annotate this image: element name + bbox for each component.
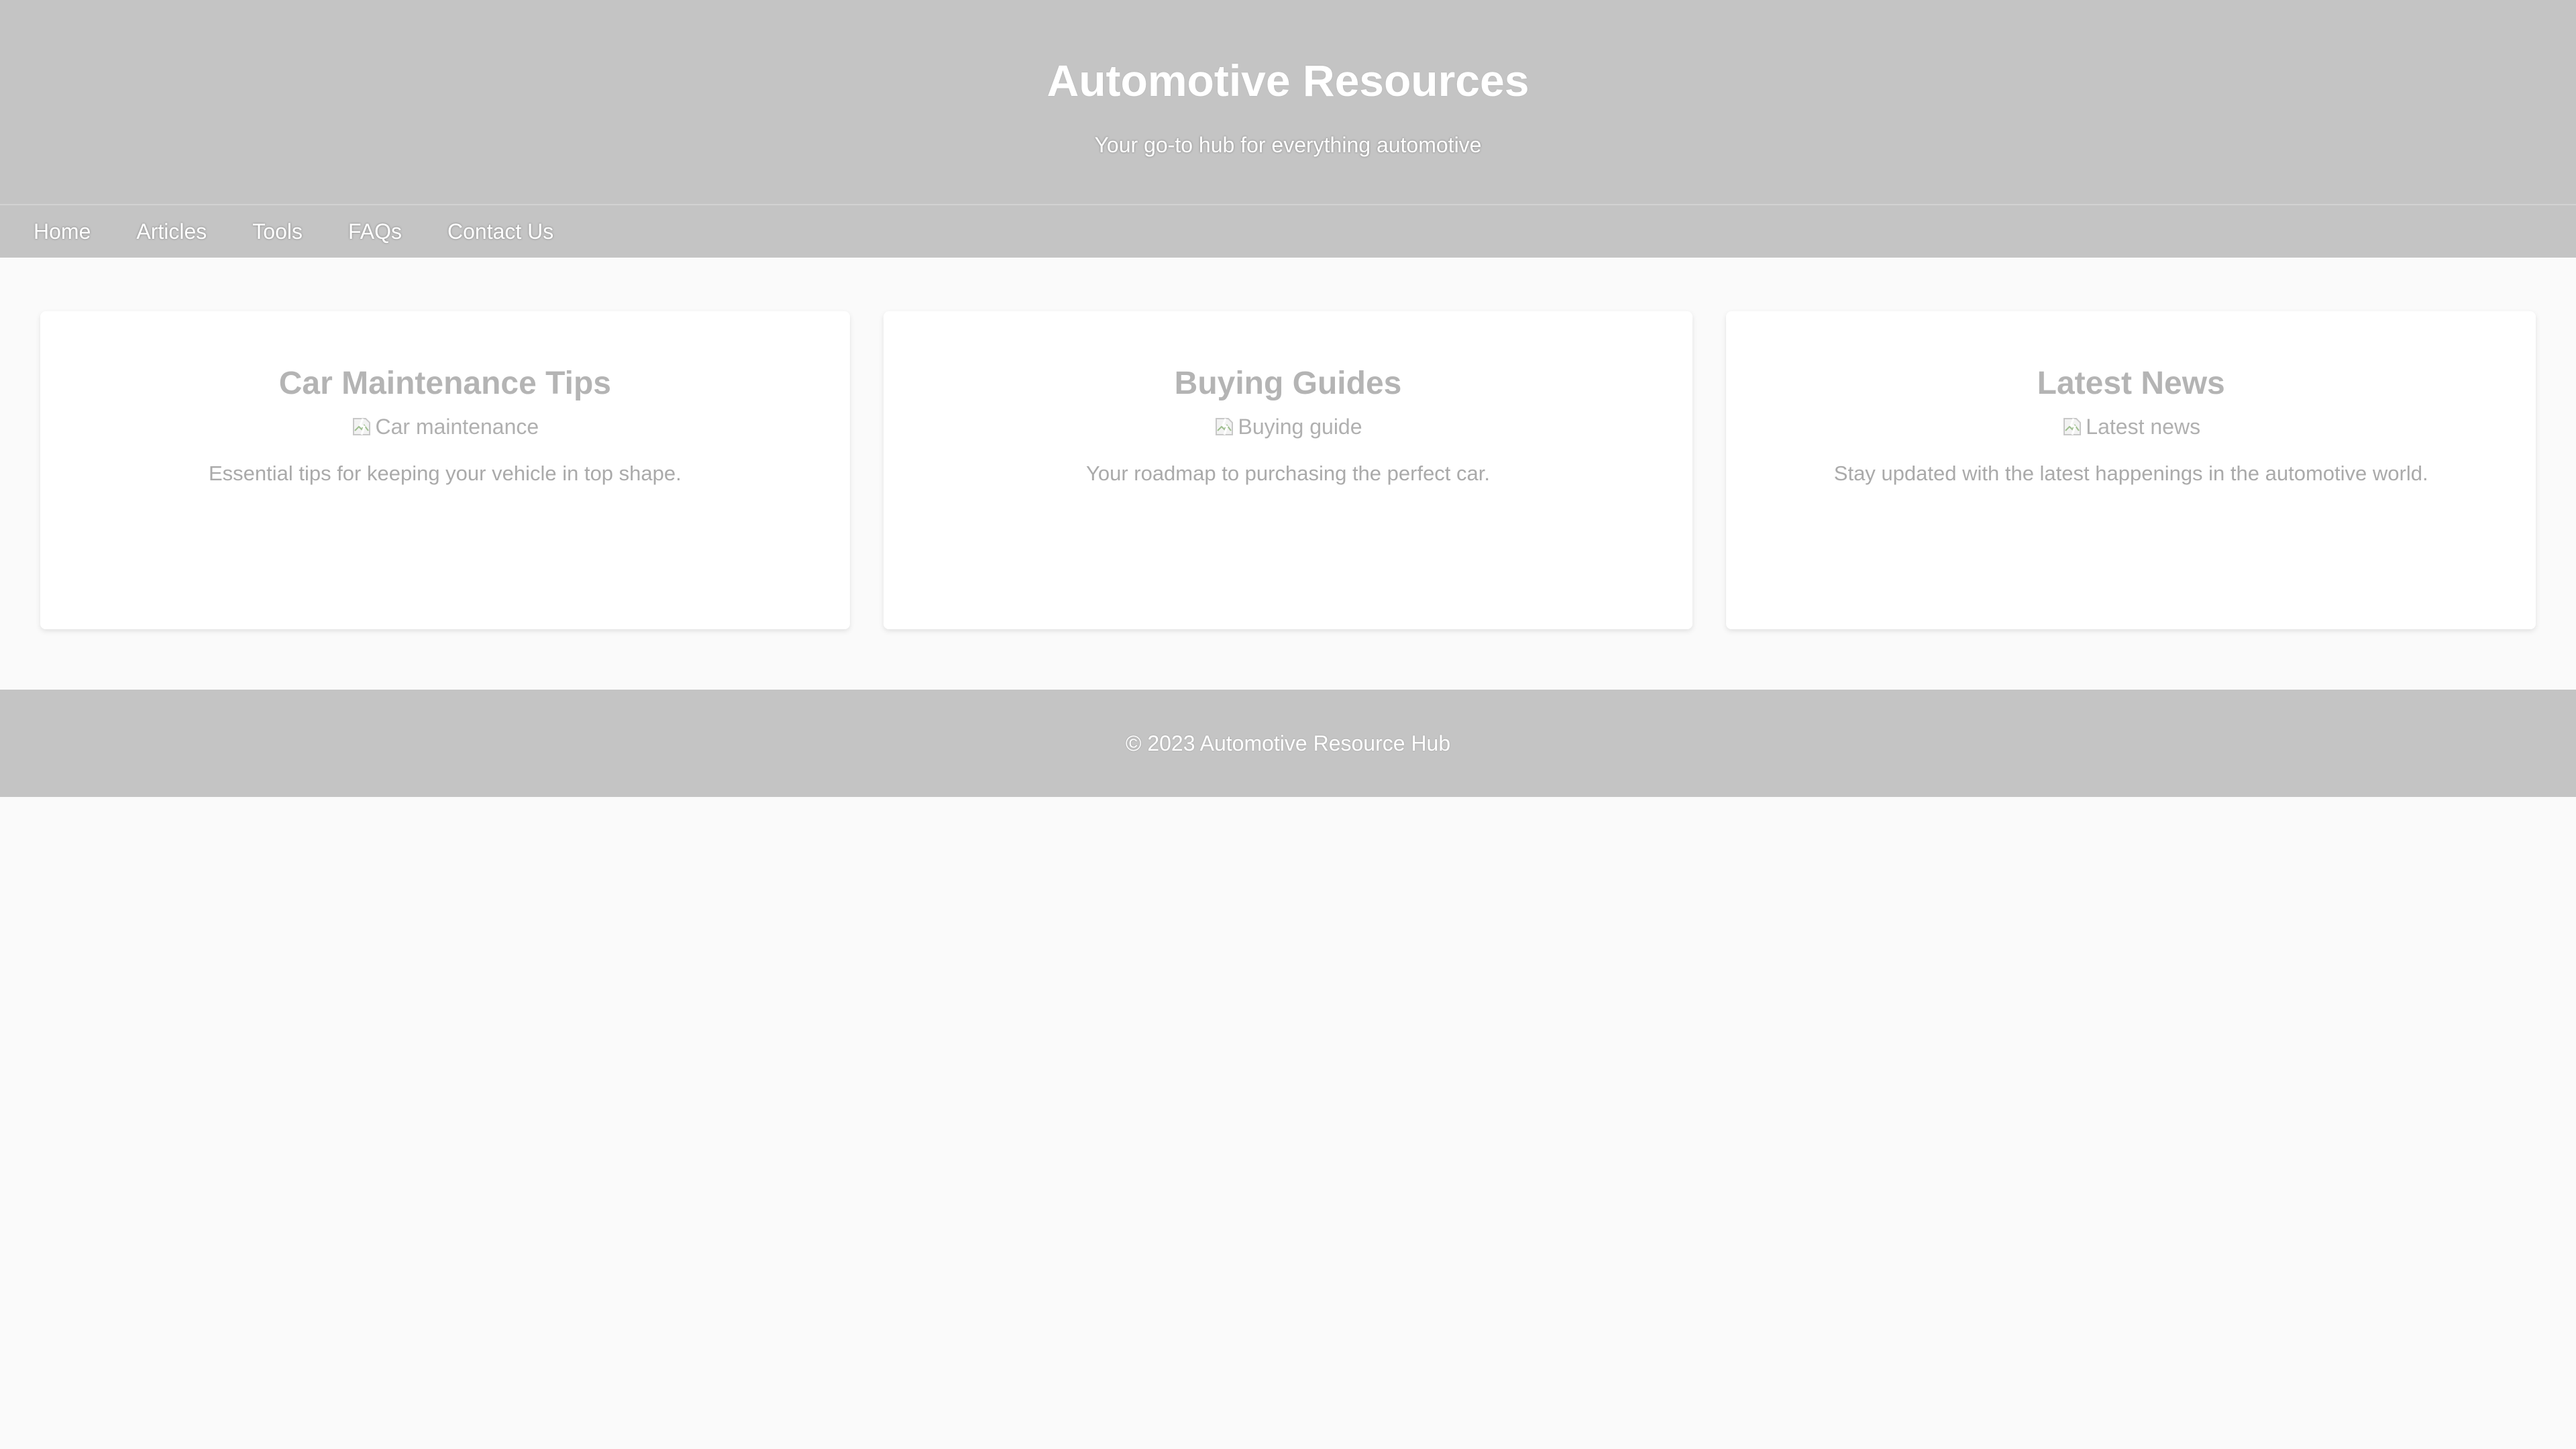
card-buying-guides: Buying Guides Buying guide Your roadmap … [883, 311, 1693, 629]
broken-image-icon [351, 416, 372, 437]
nav-item-articles[interactable]: Articles [136, 219, 207, 244]
site-header: Automotive Resources Your go-to hub for … [0, 0, 2576, 205]
site-title: Automotive Resources [1046, 56, 1529, 105]
broken-image-icon [2061, 416, 2083, 437]
nav-item-home[interactable]: Home [34, 219, 91, 244]
site-tagline: Your go-to hub for everything automotive [1094, 133, 1482, 157]
card-image-alt-text: Buying guide [1238, 415, 1362, 439]
card-latest-news: Latest News Latest news Stay updated wit… [1726, 311, 2536, 629]
card-image-alt-text: Car maintenance [375, 415, 539, 439]
card-title: Buying Guides [1174, 366, 1402, 401]
nav-item-tools[interactable]: Tools [252, 219, 303, 244]
card-title: Latest News [2037, 366, 2225, 401]
card-image: Latest news [2061, 413, 2200, 440]
card-car-maintenance: Car Maintenance Tips Car maintenance Ess… [40, 311, 850, 629]
card-image: Buying guide [1214, 413, 1362, 440]
nav-item-faqs[interactable]: FAQs [348, 219, 402, 244]
broken-image-icon [1214, 416, 1235, 437]
card-image-alt-text: Latest news [2086, 415, 2201, 439]
site-footer: © 2023 Automotive Resource Hub [0, 690, 2576, 797]
footer-copyright: © 2023 Automotive Resource Hub [1125, 731, 1451, 755]
card-description: Essential tips for keeping your vehicle … [208, 462, 682, 485]
card-description: Your roadmap to purchasing the perfect c… [1086, 462, 1491, 485]
card-description: Stay updated with the latest happenings … [1833, 462, 2428, 485]
main-nav: Home Articles Tools FAQs Contact Us [0, 205, 2576, 258]
card-title: Car Maintenance Tips [278, 366, 611, 401]
nav-item-contact-us[interactable]: Contact Us [447, 219, 553, 244]
card-grid: Car Maintenance Tips Car maintenance Ess… [0, 258, 2576, 629]
card-image: Car maintenance [351, 413, 539, 440]
